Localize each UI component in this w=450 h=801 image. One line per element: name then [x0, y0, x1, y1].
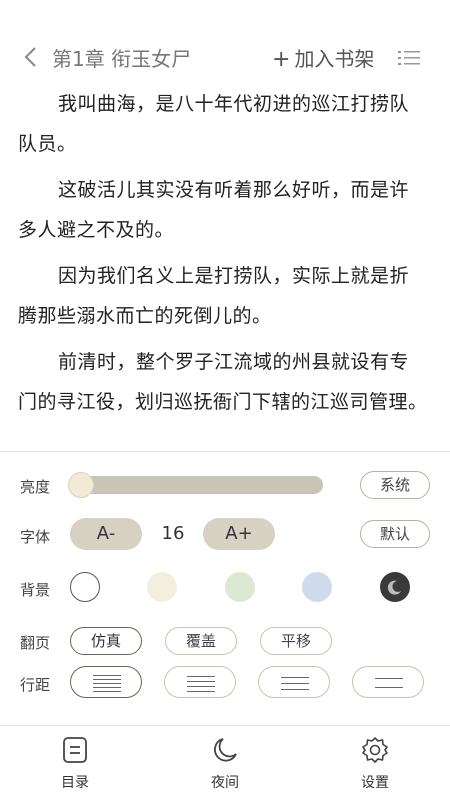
nav-settings[interactable]: 设置	[345, 736, 405, 792]
line-spacing-option-1[interactable]	[70, 666, 142, 698]
line-spacing-option-4[interactable]	[352, 666, 424, 698]
line-spacing-option-2[interactable]	[164, 666, 236, 698]
paragraph: 因为我们名义上是打捞队，实际上就是折腾那些溺水而亡的死倒儿的。	[18, 265, 410, 327]
font-default-button[interactable]: 默认	[360, 520, 430, 548]
reader-header: 第1章 衔玉女尸 + 加入书架	[0, 36, 450, 80]
reader-settings-panel: 亮度 系统 字体 A- 16 A+ 默认 背景 翻页 仿真 覆盖 平移 行距	[0, 451, 450, 725]
gear-icon	[362, 737, 388, 763]
background-night-swatch[interactable]	[380, 572, 410, 602]
page-turn-cover-button[interactable]: 覆盖	[165, 627, 237, 655]
moon-icon	[387, 580, 401, 595]
line-spacing-option-3[interactable]	[258, 666, 330, 698]
background-blue-swatch[interactable]	[302, 572, 332, 602]
brightness-slider[interactable]	[68, 472, 323, 498]
line-spacing-label: 行距	[20, 676, 51, 694]
line-spacing-dense-icon	[93, 675, 121, 692]
nav-catalog-label: 目录	[61, 775, 89, 791]
font-increase-button[interactable]: A+	[203, 518, 275, 550]
background-white-swatch[interactable]	[70, 572, 100, 602]
brightness-slider-thumb[interactable]	[68, 472, 94, 498]
nav-catalog[interactable]: 目录	[45, 736, 105, 792]
font-decrease-button[interactable]: A-	[70, 518, 142, 550]
line-spacing-loose-icon	[281, 677, 309, 690]
brightness-label: 亮度	[20, 478, 51, 496]
nav-settings-label: 设置	[361, 775, 389, 791]
add-to-shelf-label: 加入书架	[294, 47, 375, 71]
catalog-icon	[63, 737, 87, 763]
brightness-system-button[interactable]: 系统	[360, 471, 430, 499]
nav-night-mode-label: 夜间	[211, 775, 239, 791]
list-icon[interactable]	[398, 49, 420, 67]
background-beige-swatch[interactable]	[147, 572, 177, 602]
paragraph: 前清时，整个罗子江流域的州县就设有专门的寻江役，划归巡抚衙门下辖的江巡司管理。	[18, 351, 428, 413]
moon-icon	[214, 738, 237, 762]
page-turn-label: 翻页	[20, 634, 51, 652]
paragraph: 这破活儿其实没有听着那么好听，而是许多人避之不及的。	[18, 179, 410, 241]
font-size-value: 16	[161, 523, 185, 544]
background-green-swatch[interactable]	[225, 572, 255, 602]
bottom-navigation: 目录 夜间 设置	[0, 725, 450, 801]
background-label: 背景	[20, 581, 51, 599]
line-spacing-medium-icon	[187, 676, 215, 692]
chapter-title: 第1章 衔玉女尸	[52, 47, 192, 71]
chevron-left-icon[interactable]	[20, 44, 42, 70]
font-label: 字体	[20, 528, 51, 546]
page-turn-simulation-button[interactable]: 仿真	[70, 627, 142, 655]
page-turn-slide-button[interactable]: 平移	[260, 627, 332, 655]
nav-night-mode[interactable]: 夜间	[195, 736, 255, 792]
add-to-shelf-button[interactable]: + 加入书架	[272, 43, 374, 72]
line-spacing-widest-icon	[375, 678, 403, 688]
paragraph: 我叫曲海，是八十年代初进的巡江打捞队队员。	[18, 93, 410, 155]
plus-icon: +	[272, 47, 291, 72]
reading-content[interactable]: 我叫曲海，是八十年代初进的巡江打捞队队员。 这破活儿其实没有听着那么好听，而是许…	[18, 84, 428, 452]
